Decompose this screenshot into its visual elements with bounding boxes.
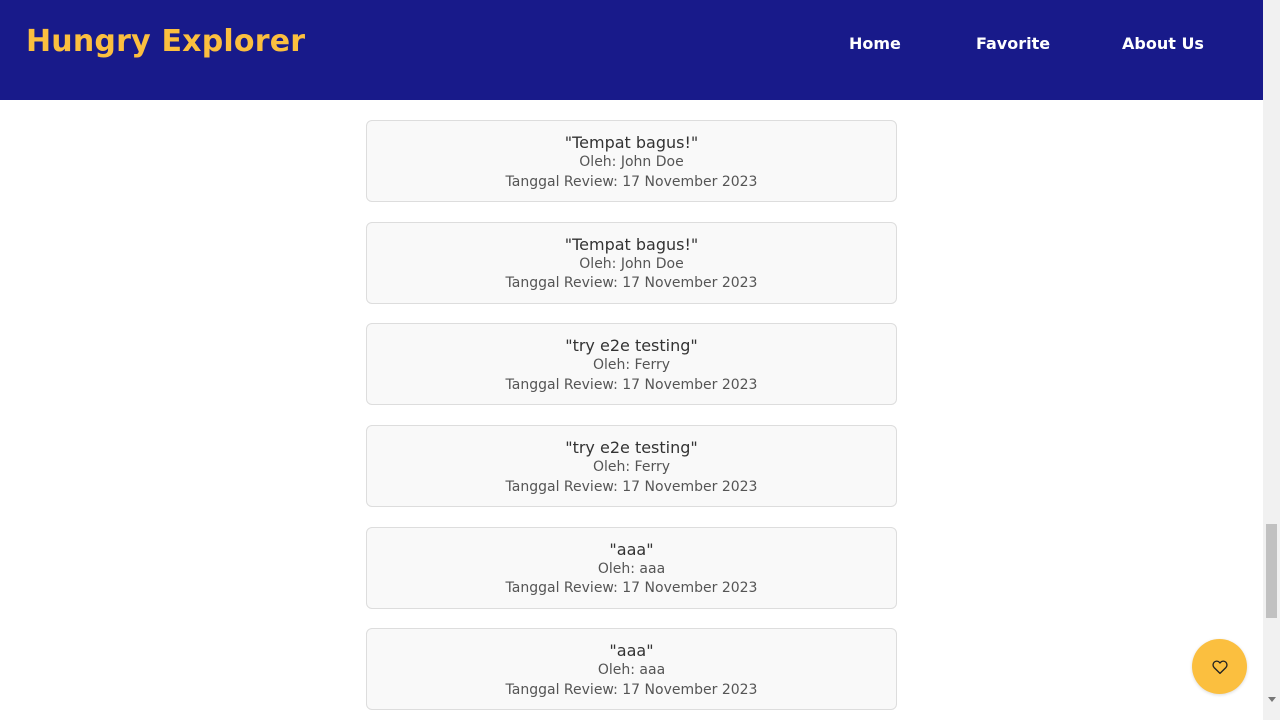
nav-home-link[interactable]: Home [849, 34, 901, 53]
main-content: "Tempat bagus!" Oleh: John Doe Tanggal R… [0, 100, 1263, 720]
page: Hungry Explorer Home Favorite About Us "… [0, 0, 1280, 720]
review-card: "try e2e testing" Oleh: Ferry Tanggal Re… [366, 323, 897, 406]
review-date: Tanggal Review: 17 November 2023 [505, 376, 758, 393]
review-author: Oleh: John Doe [579, 154, 684, 170]
review-card: "aaa" Oleh: aaa Tanggal Review: 17 Novem… [366, 628, 897, 711]
review-card: "aaa" Oleh: aaa Tanggal Review: 17 Novem… [366, 526, 897, 609]
review-author: Oleh: aaa [597, 662, 666, 679]
review-author: Oleh: John Doe [579, 255, 684, 272]
review-card: "try e2e testing" Oleh: Ferry Tanggal Re… [366, 425, 897, 508]
brand-logo-text[interactable]: Hungry Explorer [26, 24, 305, 59]
favorite-button[interactable] [1192, 639, 1247, 694]
review-date: Tanggal Review: 17 November 2023 [505, 478, 758, 495]
review-date: Tanggal Review: 17 November 2023 [505, 173, 758, 190]
review-card: "Tempat bagus!" Oleh: John Doe Tanggal R… [366, 120, 897, 202]
review-text: "Tempat bagus!" [564, 133, 699, 152]
nav-favorite-link[interactable]: Favorite [976, 34, 1050, 53]
review-text: "aaa" [609, 539, 654, 559]
review-author: Oleh: Ferry [592, 459, 670, 476]
review-author: Oleh: aaa [597, 560, 666, 577]
vertical-scrollbar[interactable] [1263, 0, 1280, 720]
review-list: "Tempat bagus!" Oleh: John Doe Tanggal R… [366, 120, 897, 720]
review-author: Oleh: Ferry [592, 357, 670, 374]
review-date: Tanggal Review: 17 November 2023 [505, 580, 758, 597]
app-header: Hungry Explorer Home Favorite About Us [0, 0, 1263, 100]
scroll-down-arrow-icon[interactable] [1268, 697, 1276, 702]
review-card: "Tempat bagus!" Oleh: John Doe Tanggal R… [366, 221, 897, 304]
review-text: "aaa" [609, 641, 654, 661]
scrollbar-thumb[interactable] [1266, 524, 1277, 618]
review-date: Tanggal Review: 17 November 2023 [505, 275, 758, 292]
review-text: "try e2e testing" [565, 438, 698, 458]
review-text: "try e2e testing" [565, 336, 698, 356]
review-text: "Tempat bagus!" [564, 234, 699, 254]
heart-icon [1211, 658, 1229, 676]
review-date: Tanggal Review: 17 November 2023 [505, 681, 758, 698]
nav-about-us-link[interactable]: About Us [1122, 34, 1204, 53]
